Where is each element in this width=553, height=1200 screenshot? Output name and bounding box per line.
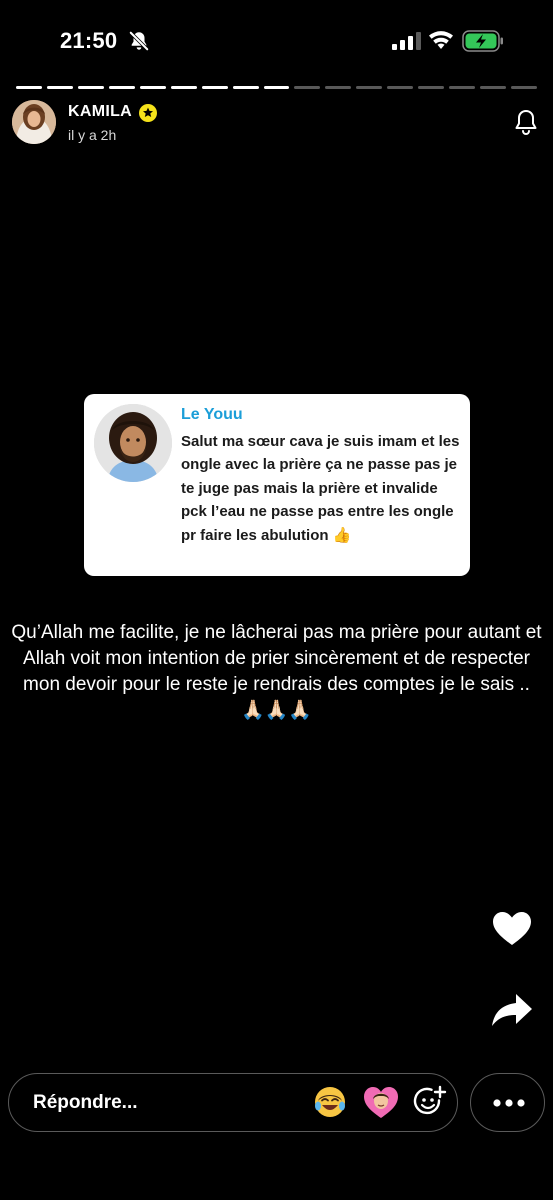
status-bar: 21:50 (0, 0, 553, 80)
progress-segment (480, 86, 506, 89)
more-dots-icon (493, 1099, 525, 1107)
question-text: Salut ma sœur cava je suis imam et les o… (181, 433, 460, 544)
cellular-signal-icon (392, 32, 421, 50)
progress-segment (418, 86, 445, 89)
share-arrow-icon[interactable] (490, 990, 534, 1030)
story-progress-bar (16, 86, 537, 89)
progress-segment (16, 86, 42, 89)
progress-segment (170, 86, 197, 89)
story-timestamp: il y a 2h (68, 127, 117, 143)
crying-laughing-face-icon[interactable] (313, 1085, 347, 1119)
story-caption: Qu’Allah me facilite, je ne lâcherai pas… (11, 622, 542, 721)
avatar-image (12, 100, 56, 144)
progress-segment (108, 86, 135, 89)
progress-segment (449, 86, 476, 89)
bitmoji-avatar (94, 404, 172, 482)
status-time: 21:50 (60, 28, 118, 53)
question-sticker-card[interactable]: Le Youu Salut ma sœur cava je suis imam … (84, 394, 470, 576)
question-author: Le Youu (181, 406, 243, 423)
progress-segment (77, 86, 104, 89)
battery-charging-icon (462, 30, 503, 52)
star-badge-icon (139, 104, 157, 122)
bell-icon[interactable] (513, 108, 539, 136)
progress-segment (232, 86, 259, 89)
more-options-button[interactable] (470, 1073, 545, 1132)
progress-segment (294, 86, 321, 89)
progress-segment (356, 86, 383, 89)
progress-segment (511, 86, 537, 89)
bitmoji-image (94, 404, 172, 482)
progress-segment (201, 86, 228, 89)
progress-segment (325, 86, 352, 89)
story-header: KAMILA il y a 2h (12, 100, 541, 150)
reply-placeholder: Répondre... (33, 1092, 138, 1113)
story-user-name[interactable]: KAMILA (68, 103, 132, 121)
progress-segment (139, 86, 166, 89)
reply-input[interactable]: Répondre... (8, 1073, 458, 1132)
user-avatar[interactable] (12, 100, 56, 144)
bell-slash-icon (129, 31, 149, 51)
heart-face-icon[interactable] (363, 1084, 399, 1120)
heart-icon[interactable] (490, 906, 534, 950)
progress-segment (387, 86, 414, 89)
progress-segment (46, 86, 73, 89)
wifi-icon (429, 31, 453, 49)
add-emoji-icon[interactable] (413, 1085, 447, 1119)
progress-segment (263, 86, 290, 89)
